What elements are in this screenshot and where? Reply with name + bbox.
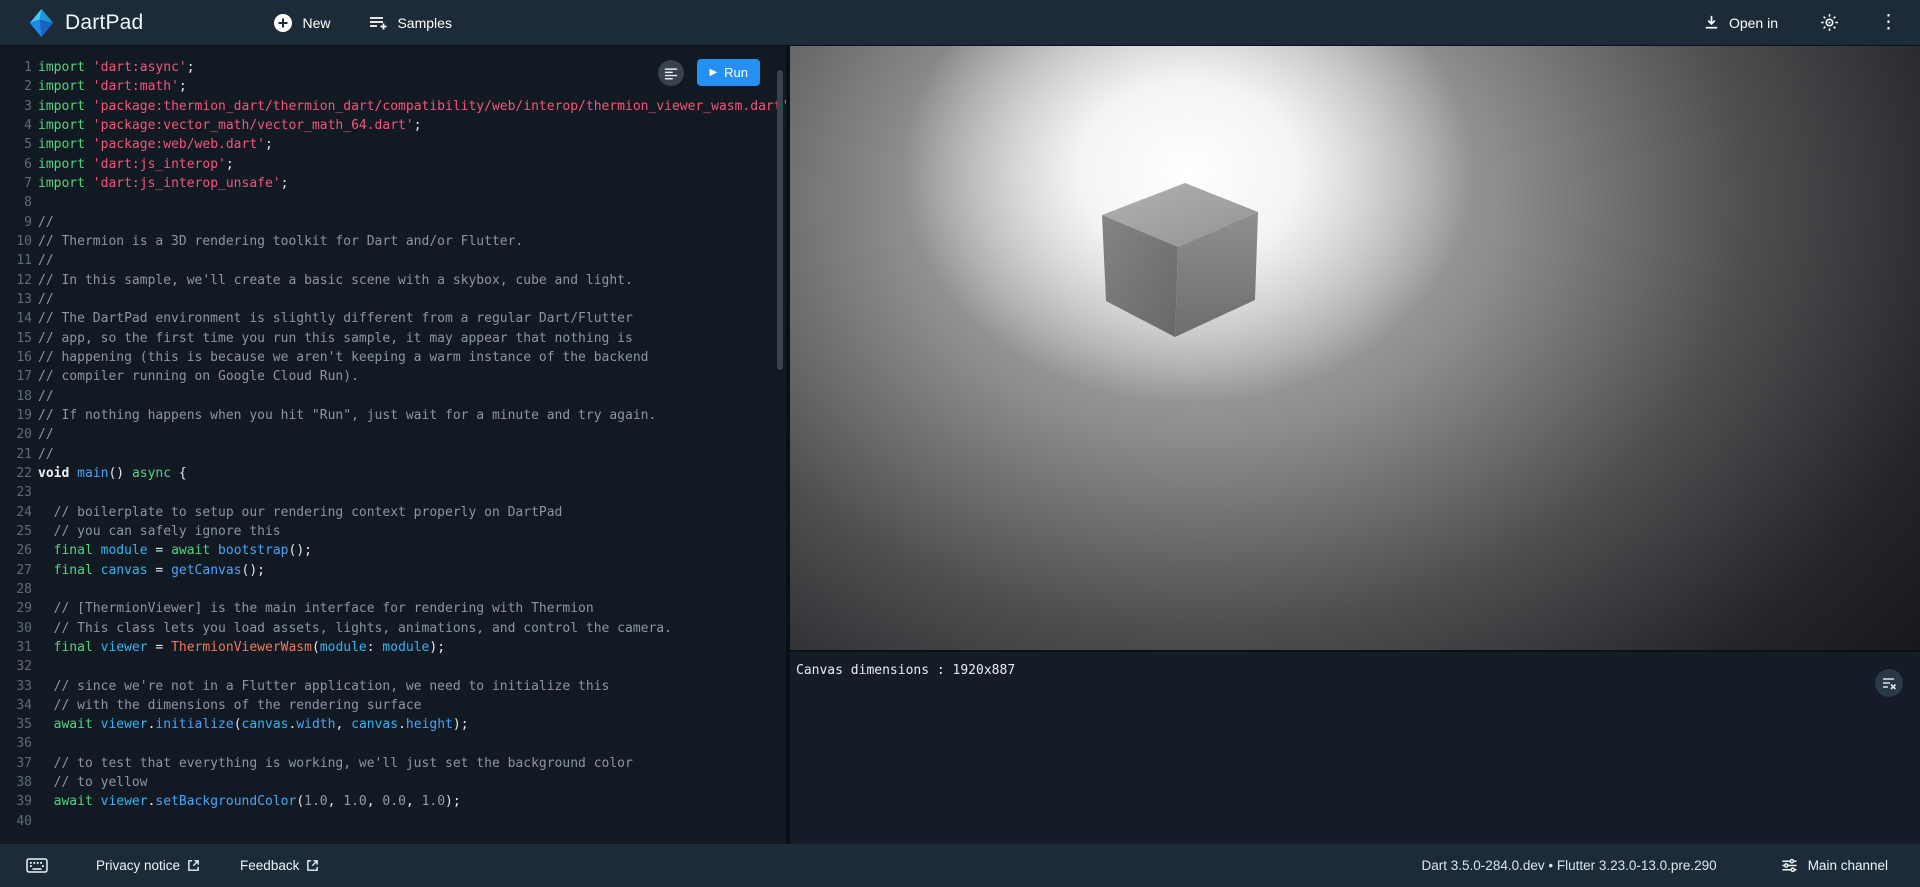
app-header: DartPad New Samples Open	[0, 0, 1920, 45]
privacy-notice-link[interactable]: Privacy notice	[96, 858, 200, 873]
code-line: import 'dart:js_interop';	[38, 155, 786, 174]
code-line: final module = await bootstrap();	[38, 541, 786, 560]
code-line: import 'dart:js_interop_unsafe';	[38, 174, 786, 193]
code-line: // to yellow	[38, 773, 786, 792]
tune-icon	[1781, 857, 1798, 874]
code-line: //	[38, 213, 786, 232]
brightness-icon	[1820, 13, 1839, 32]
code-line: import 'package:web/web.dart';	[38, 135, 786, 154]
code-line: // with the dimensions of the rendering …	[38, 696, 786, 715]
dartpad-logo	[28, 8, 55, 38]
code-line: // The DartPad environment is slightly d…	[38, 309, 786, 328]
app-title: DartPad	[65, 11, 143, 35]
code-line	[38, 193, 786, 212]
play-icon: ▶	[709, 67, 717, 78]
code-line: // In this sample, we'll create a basic …	[38, 271, 786, 290]
code-line: // to test that everything is working, w…	[38, 754, 786, 773]
open-in-label: Open in	[1729, 15, 1778, 31]
theme-toggle-button[interactable]	[1812, 7, 1847, 38]
code-line	[38, 483, 786, 502]
external-link-icon	[187, 859, 200, 872]
clear-console-button[interactable]	[1875, 669, 1903, 697]
version-info: Dart 3.5.0-284.0.dev • Flutter 3.23.0-13…	[1422, 858, 1717, 873]
download-icon	[1703, 14, 1720, 31]
code-line	[38, 812, 786, 831]
code-line: //	[38, 425, 786, 444]
editor-scrollbar[interactable]	[777, 70, 783, 370]
code-line: //	[38, 387, 786, 406]
channel-selector[interactable]: Main channel	[1781, 857, 1888, 874]
code-line: // compiler running on Google Cloud Run)…	[38, 367, 786, 386]
new-button[interactable]: New	[265, 7, 338, 39]
code-line: import 'package:thermion_dart/thermion_d…	[38, 97, 786, 116]
run-button[interactable]: ▶ Run	[697, 59, 760, 86]
open-in-button[interactable]: Open in	[1695, 8, 1786, 37]
playlist-add-icon	[368, 14, 388, 32]
code-editor[interactable]: 1234567891011121314151617181920212223242…	[0, 46, 786, 844]
code-line: //	[38, 251, 786, 270]
render-canvas	[790, 46, 1920, 650]
code-line: // [ThermionViewer] is the main interfac…	[38, 599, 786, 618]
code-line: // Thermion is a 3D rendering toolkit fo…	[38, 232, 786, 251]
samples-button[interactable]: Samples	[360, 8, 459, 38]
code-line: // you can safely ignore this	[38, 522, 786, 541]
samples-button-label: Samples	[397, 15, 451, 31]
code-line: final canvas = getCanvas();	[38, 561, 786, 580]
add-circle-icon	[273, 13, 293, 33]
code-line: // boilerplate to setup our rendering co…	[38, 503, 786, 522]
code-line: final viewer = ThermionViewerWasm(module…	[38, 638, 786, 657]
code-line: import 'package:vector_math/vector_math_…	[38, 116, 786, 135]
feedback-label: Feedback	[240, 858, 299, 873]
code-line: void main() async {	[38, 464, 786, 483]
console-output: Canvas dimensions : 1920x887	[796, 663, 1920, 678]
code-line	[38, 734, 786, 753]
code-line: await viewer.initialize(canvas.width, ca…	[38, 715, 786, 734]
feedback-link[interactable]: Feedback	[240, 858, 319, 873]
code-line: // happening (this is because we aren't …	[38, 348, 786, 367]
format-button[interactable]	[658, 60, 684, 86]
code-lines: import 'dart:async';import 'dart:math';i…	[38, 58, 786, 831]
new-button-label: New	[302, 15, 330, 31]
more-vert-icon[interactable]: ⋮	[1873, 13, 1904, 32]
code-line: // since we're not in a Flutter applicat…	[38, 677, 786, 696]
code-area: 1234567891011121314151617181920212223242…	[0, 58, 786, 831]
code-line	[38, 580, 786, 599]
keyboard-icon	[26, 857, 48, 874]
keyboard-shortcuts-button[interactable]	[26, 857, 48, 874]
clear-console-icon	[1881, 675, 1897, 691]
code-line: // This class lets you load assets, ligh…	[38, 619, 786, 638]
code-line: //	[38, 290, 786, 309]
run-button-label: Run	[724, 65, 748, 80]
code-line: await viewer.setBackgroundColor(1.0, 1.0…	[38, 792, 786, 811]
privacy-notice-label: Privacy notice	[96, 858, 180, 873]
line-numbers: 1234567891011121314151617181920212223242…	[0, 58, 32, 831]
code-line: // app, so the first time you run this s…	[38, 329, 786, 348]
cube-render	[1085, 166, 1275, 356]
console-panel: Canvas dimensions : 1920x887	[790, 652, 1920, 844]
external-link-icon	[306, 859, 319, 872]
status-bar: Privacy notice Feedback Dart 3.5.0-284.0…	[0, 844, 1920, 887]
code-line	[38, 657, 786, 676]
code-line: //	[38, 445, 786, 464]
channel-label: Main channel	[1808, 858, 1888, 873]
format-align-icon	[664, 67, 678, 80]
code-line: // If nothing happens when you hit "Run"…	[38, 406, 786, 425]
